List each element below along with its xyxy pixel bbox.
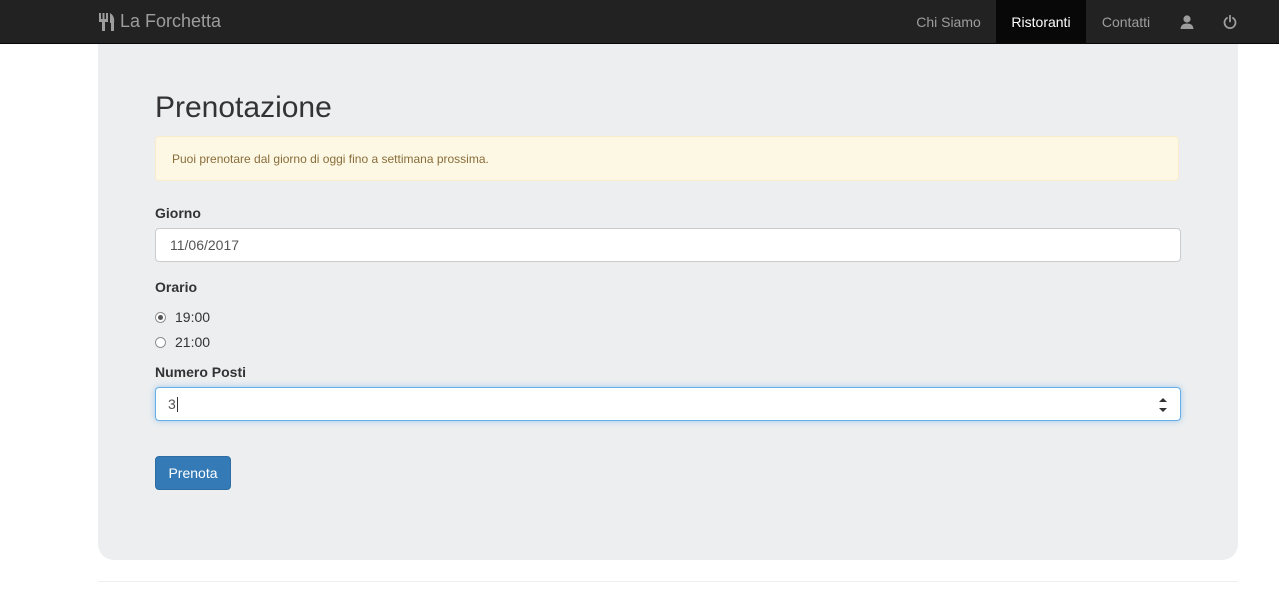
navbar: La Forchetta Chi Siamo Ristoranti Contat… bbox=[0, 0, 1279, 44]
radio-1900[interactable] bbox=[155, 311, 166, 323]
footer-divider bbox=[98, 581, 1238, 582]
nav-chi-siamo-label: Chi Siamo bbox=[916, 13, 981, 30]
spinner-down-icon[interactable] bbox=[1158, 407, 1168, 413]
prenota-button[interactable]: Prenota bbox=[155, 456, 231, 490]
nav-logout[interactable] bbox=[1208, 0, 1252, 43]
user-icon bbox=[1180, 14, 1194, 29]
giorno-input[interactable]: 11/06/2017 bbox=[155, 228, 1181, 262]
number-spinner[interactable] bbox=[1158, 397, 1168, 413]
radio-1900-label: 19:00 bbox=[175, 309, 211, 325]
page-title: Prenotazione bbox=[155, 91, 332, 124]
orario-option-2100[interactable]: 21:00 bbox=[155, 334, 210, 350]
cutlery-icon bbox=[99, 12, 115, 31]
radio-2100[interactable] bbox=[155, 336, 166, 348]
nav-chi-siamo[interactable]: Chi Siamo bbox=[901, 0, 996, 43]
prenota-button-label: Prenota bbox=[168, 465, 218, 481]
brand-label: La Forchetta bbox=[120, 11, 222, 31]
numero-posti-input[interactable]: 3 bbox=[155, 387, 1181, 421]
nav-contatti[interactable]: Contatti bbox=[1086, 0, 1166, 43]
radio-2100-label: 21:00 bbox=[175, 334, 211, 350]
numero-posti-label: Numero Posti bbox=[155, 364, 247, 380]
nav-user[interactable] bbox=[1166, 0, 1208, 43]
nav-contatti-label: Contatti bbox=[1101, 13, 1151, 30]
power-icon bbox=[1223, 14, 1237, 29]
alert-warning: Puoi prenotare dal giorno di oggi fino a… bbox=[155, 136, 1179, 181]
orario-label: Orario bbox=[155, 279, 198, 295]
text-cursor bbox=[176, 396, 178, 412]
numero-posti-value: 3 bbox=[168, 396, 176, 412]
brand-link[interactable]: La Forchetta bbox=[98, 0, 221, 43]
giorno-label: Giorno bbox=[155, 205, 201, 221]
nav-ristoranti-label: Ristoranti bbox=[1011, 13, 1071, 30]
giorno-value: 11/06/2017 bbox=[170, 237, 240, 253]
orario-option-1900[interactable]: 19:00 bbox=[155, 309, 210, 325]
nav-ristoranti[interactable]: Ristoranti bbox=[996, 0, 1086, 43]
spinner-up-icon[interactable] bbox=[1158, 397, 1168, 403]
